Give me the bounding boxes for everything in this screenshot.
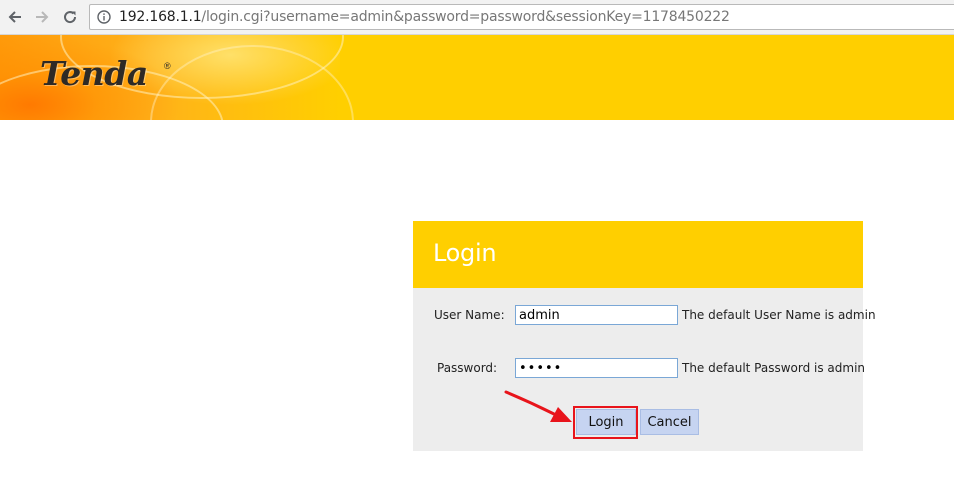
reload-icon [64,11,77,24]
info-icon[interactable] [97,10,111,24]
password-hint: The default Password is admin [682,361,866,375]
forward-button[interactable] [32,7,52,27]
login-header: Login [413,221,863,288]
browser-toolbar: 192.168.1.1/login.cgi?username=admin&pas… [0,0,954,35]
cancel-button[interactable]: Cancel [640,409,699,435]
url-path: /login.cgi?username=admin&password=passw… [201,9,730,25]
url-text[interactable]: 192.168.1.1/login.cgi?username=admin&pas… [119,5,730,29]
login-button[interactable]: Login [576,409,636,435]
username-hint: The default User Name is admin [682,308,876,322]
username-input[interactable] [515,305,678,325]
password-input[interactable] [515,358,678,378]
password-label: Password: [437,361,498,375]
login-panel: Login User Name: The default User Name i… [413,221,876,451]
arrow-right-icon [36,11,49,23]
url-host: 192.168.1.1 [119,9,202,25]
address-bar[interactable]: 192.168.1.1/login.cgi?username=admin&pas… [89,4,954,30]
registered-mark: ® [164,61,171,71]
tenda-logo: Tenda [40,54,148,93]
header-banner: Tenda ® [0,35,954,120]
arrow-left-icon [8,11,21,23]
username-label: User Name: [434,308,505,322]
reload-button[interactable] [60,7,80,27]
back-button[interactable] [5,7,25,27]
pointer-arrow-icon [504,390,572,422]
login-title: Login [433,239,497,267]
